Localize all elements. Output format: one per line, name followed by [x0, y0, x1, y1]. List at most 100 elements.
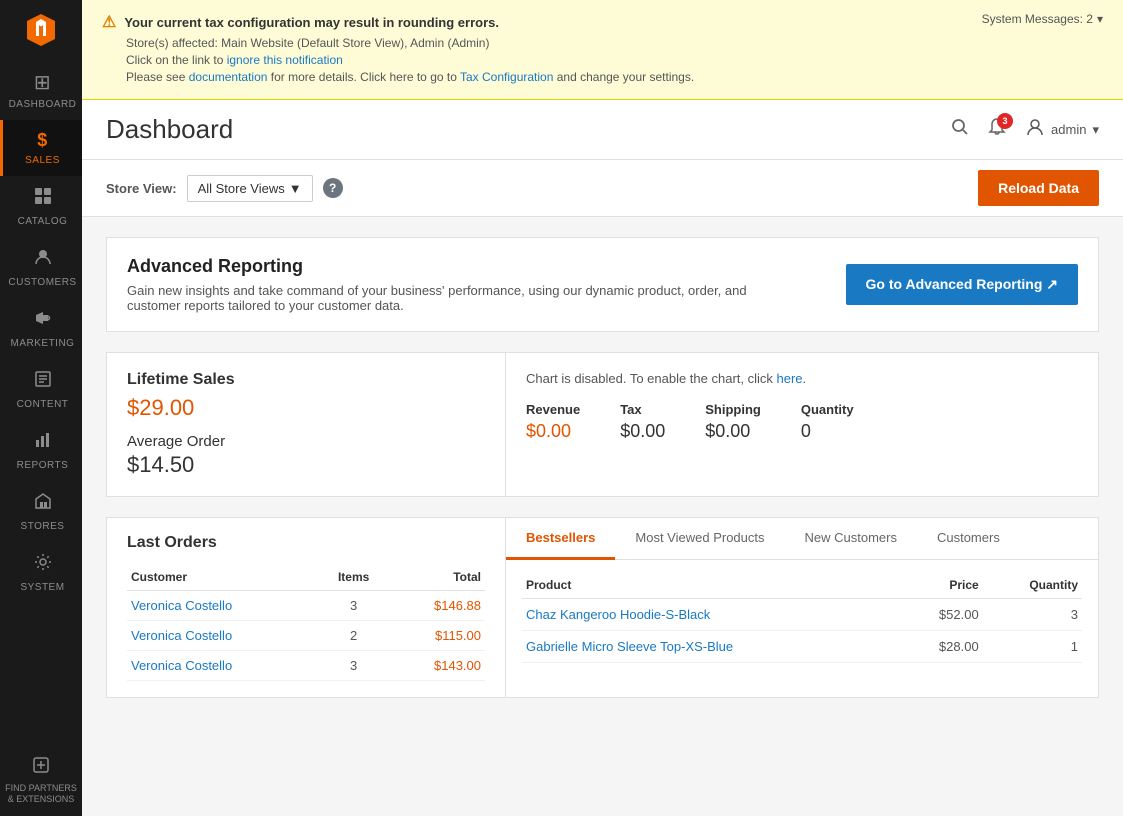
- admin-username: admin: [1051, 122, 1086, 137]
- top-header: Dashboard 3 admin ▾: [82, 100, 1123, 160]
- store-view-select[interactable]: All Store Views ▼: [187, 175, 313, 202]
- orders-col-customer: Customer: [127, 564, 319, 591]
- tab-most-viewed[interactable]: Most Viewed Products: [615, 518, 784, 560]
- average-order-label: Average Order: [127, 433, 485, 450]
- sidebar-label-customers: CUSTOMERS: [8, 277, 76, 288]
- chart-enable-link[interactable]: here: [777, 371, 803, 386]
- chart-disabled-prefix: Chart is disabled. To enable the chart, …: [526, 371, 777, 386]
- tab-new-customers[interactable]: New Customers: [785, 518, 917, 560]
- lifetime-sales-title: Lifetime Sales: [127, 371, 485, 389]
- table-row: Gabrielle Micro Sleeve Top-XS-Blue $28.0…: [522, 631, 1082, 663]
- metric-quantity-value: 0: [801, 421, 854, 442]
- advanced-reporting-section: Advanced Reporting Gain new insights and…: [106, 237, 1099, 332]
- sidebar-label-catalog: CATALOG: [18, 216, 68, 227]
- reports-icon: [33, 430, 53, 456]
- alert-line1-prefix: Click on the link to: [126, 53, 227, 67]
- customer-link[interactable]: Veronica Costello: [131, 628, 232, 643]
- stores-icon: [33, 491, 53, 517]
- logo[interactable]: [0, 0, 82, 60]
- ar-text: Advanced Reporting Gain new insights and…: [127, 256, 747, 313]
- alert-title-text: Your current tax configuration may resul…: [124, 15, 499, 30]
- sidebar-label-reports: REPORTS: [17, 460, 69, 471]
- metric-revenue: Revenue $0.00: [526, 402, 580, 442]
- alert-stores-affected: Store(s) affected: Main Website (Default…: [126, 36, 694, 50]
- sidebar-item-stores[interactable]: STORES: [0, 481, 82, 542]
- bottom-row: Last Orders Customer Items Total Veronic…: [106, 517, 1099, 698]
- table-row: Veronica Costello 3 $143.00: [127, 651, 485, 681]
- help-icon[interactable]: ?: [323, 178, 343, 198]
- metric-shipping-label: Shipping: [705, 402, 761, 417]
- sidebar-item-reports[interactable]: REPORTS: [0, 420, 82, 481]
- sidebar-bottom-label: FIND PARTNERS & EXTENSIONS: [4, 783, 78, 806]
- metric-quantity-label: Quantity: [801, 402, 854, 417]
- admin-menu-button[interactable]: admin ▾: [1025, 117, 1099, 142]
- alert-line2-prefix: Please see: [126, 70, 189, 84]
- chart-disabled-suffix: .: [803, 371, 807, 386]
- sidebar-item-system[interactable]: SYSTEM: [0, 542, 82, 603]
- sidebar-item-sales[interactable]: $ SALES: [0, 120, 82, 176]
- ar-title: Advanced Reporting: [127, 256, 747, 277]
- page-title: Dashboard: [106, 114, 233, 145]
- search-icon: [951, 118, 969, 136]
- last-orders-title: Last Orders: [127, 534, 485, 552]
- metric-tax-value: $0.00: [620, 421, 665, 442]
- customer-link[interactable]: Veronica Costello: [131, 598, 232, 613]
- reload-data-button[interactable]: Reload Data: [978, 170, 1099, 206]
- tab-customers[interactable]: Customers: [917, 518, 1020, 560]
- store-view-bar: Store View: All Store Views ▼ ? Reload D…: [82, 160, 1123, 217]
- sidebar-item-content[interactable]: CONTENT: [0, 359, 82, 420]
- products-col-product: Product: [522, 572, 899, 599]
- lifetime-section: Lifetime Sales $29.00 Average Order $14.…: [106, 352, 506, 497]
- notification-badge: 3: [997, 113, 1013, 129]
- alert-bar: ⚠ Your current tax configuration may res…: [82, 0, 1123, 100]
- average-order-value: $14.50: [127, 452, 485, 478]
- tab-content-bestsellers: Product Price Quantity Chaz Kangeroo Hoo…: [506, 560, 1098, 675]
- metric-shipping-value: $0.00: [705, 421, 761, 442]
- store-view-selected: All Store Views: [198, 181, 285, 196]
- sidebar-label-content: CONTENT: [17, 399, 69, 410]
- order-total: $143.00: [388, 651, 485, 681]
- system-messages-btn[interactable]: System Messages: 2 ▾: [982, 12, 1103, 26]
- store-view-left: Store View: All Store Views ▼ ?: [106, 175, 343, 202]
- content-icon: [33, 369, 53, 395]
- sidebar-item-marketing[interactable]: MARKETING: [0, 298, 82, 359]
- customer-link[interactable]: Veronica Costello: [131, 658, 232, 673]
- magento-logo-icon: [23, 12, 59, 48]
- product-qty: 3: [983, 599, 1082, 631]
- orders-table: Customer Items Total Veronica Costello 3…: [127, 564, 485, 681]
- main-content: ⚠ Your current tax configuration may res…: [82, 0, 1123, 816]
- product-link[interactable]: Gabrielle Micro Sleeve Top-XS-Blue: [526, 639, 733, 654]
- warning-icon: ⚠: [102, 12, 116, 32]
- tab-bestsellers[interactable]: Bestsellers: [506, 518, 615, 560]
- documentation-link[interactable]: documentation: [189, 70, 268, 84]
- table-row: Veronica Costello 2 $115.00: [127, 621, 485, 651]
- products-col-price: Price: [899, 572, 983, 599]
- table-row: Chaz Kangeroo Hoodie-S-Black $52.00 3: [522, 599, 1082, 631]
- order-customer: Veronica Costello: [127, 651, 319, 681]
- sidebar: ⊞ DASHBOARD $ SALES CATALOG CUSTOMERS MA…: [0, 0, 82, 816]
- sidebar-label-stores: STORES: [21, 521, 65, 532]
- sidebar-item-dashboard[interactable]: ⊞ DASHBOARD: [0, 60, 82, 120]
- catalog-icon: [33, 186, 53, 212]
- dashboard-icon: ⊞: [34, 70, 51, 95]
- store-view-chevron-icon: ▼: [289, 181, 302, 196]
- search-button[interactable]: [951, 118, 969, 141]
- sidebar-label-dashboard: DASHBOARD: [9, 99, 77, 110]
- admin-chevron-icon: ▾: [1092, 122, 1099, 138]
- metrics-row: Revenue $0.00 Tax $0.00 Shipping $0.00 Q…: [526, 402, 1078, 442]
- go-to-advanced-reporting-button[interactable]: Go to Advanced Reporting ↗: [846, 264, 1078, 305]
- sidebar-item-catalog[interactable]: CATALOG: [0, 176, 82, 237]
- customers-icon: [33, 247, 53, 273]
- tax-config-link[interactable]: Tax Configuration: [460, 70, 553, 84]
- alert-line2-suffix: and change your settings.: [557, 70, 694, 84]
- order-customer: Veronica Costello: [127, 591, 319, 621]
- system-icon: [33, 552, 53, 578]
- sidebar-item-partners[interactable]: FIND PARTNERS & EXTENSIONS: [0, 745, 82, 816]
- notification-button[interactable]: 3: [987, 117, 1007, 142]
- order-total: $146.88: [388, 591, 485, 621]
- sidebar-item-customers[interactable]: CUSTOMERS: [0, 237, 82, 298]
- order-items: 3: [319, 591, 388, 621]
- ignore-notification-link[interactable]: ignore this notification: [227, 53, 343, 67]
- table-row: Veronica Costello 3 $146.88: [127, 591, 485, 621]
- product-link[interactable]: Chaz Kangeroo Hoodie-S-Black: [526, 607, 710, 622]
